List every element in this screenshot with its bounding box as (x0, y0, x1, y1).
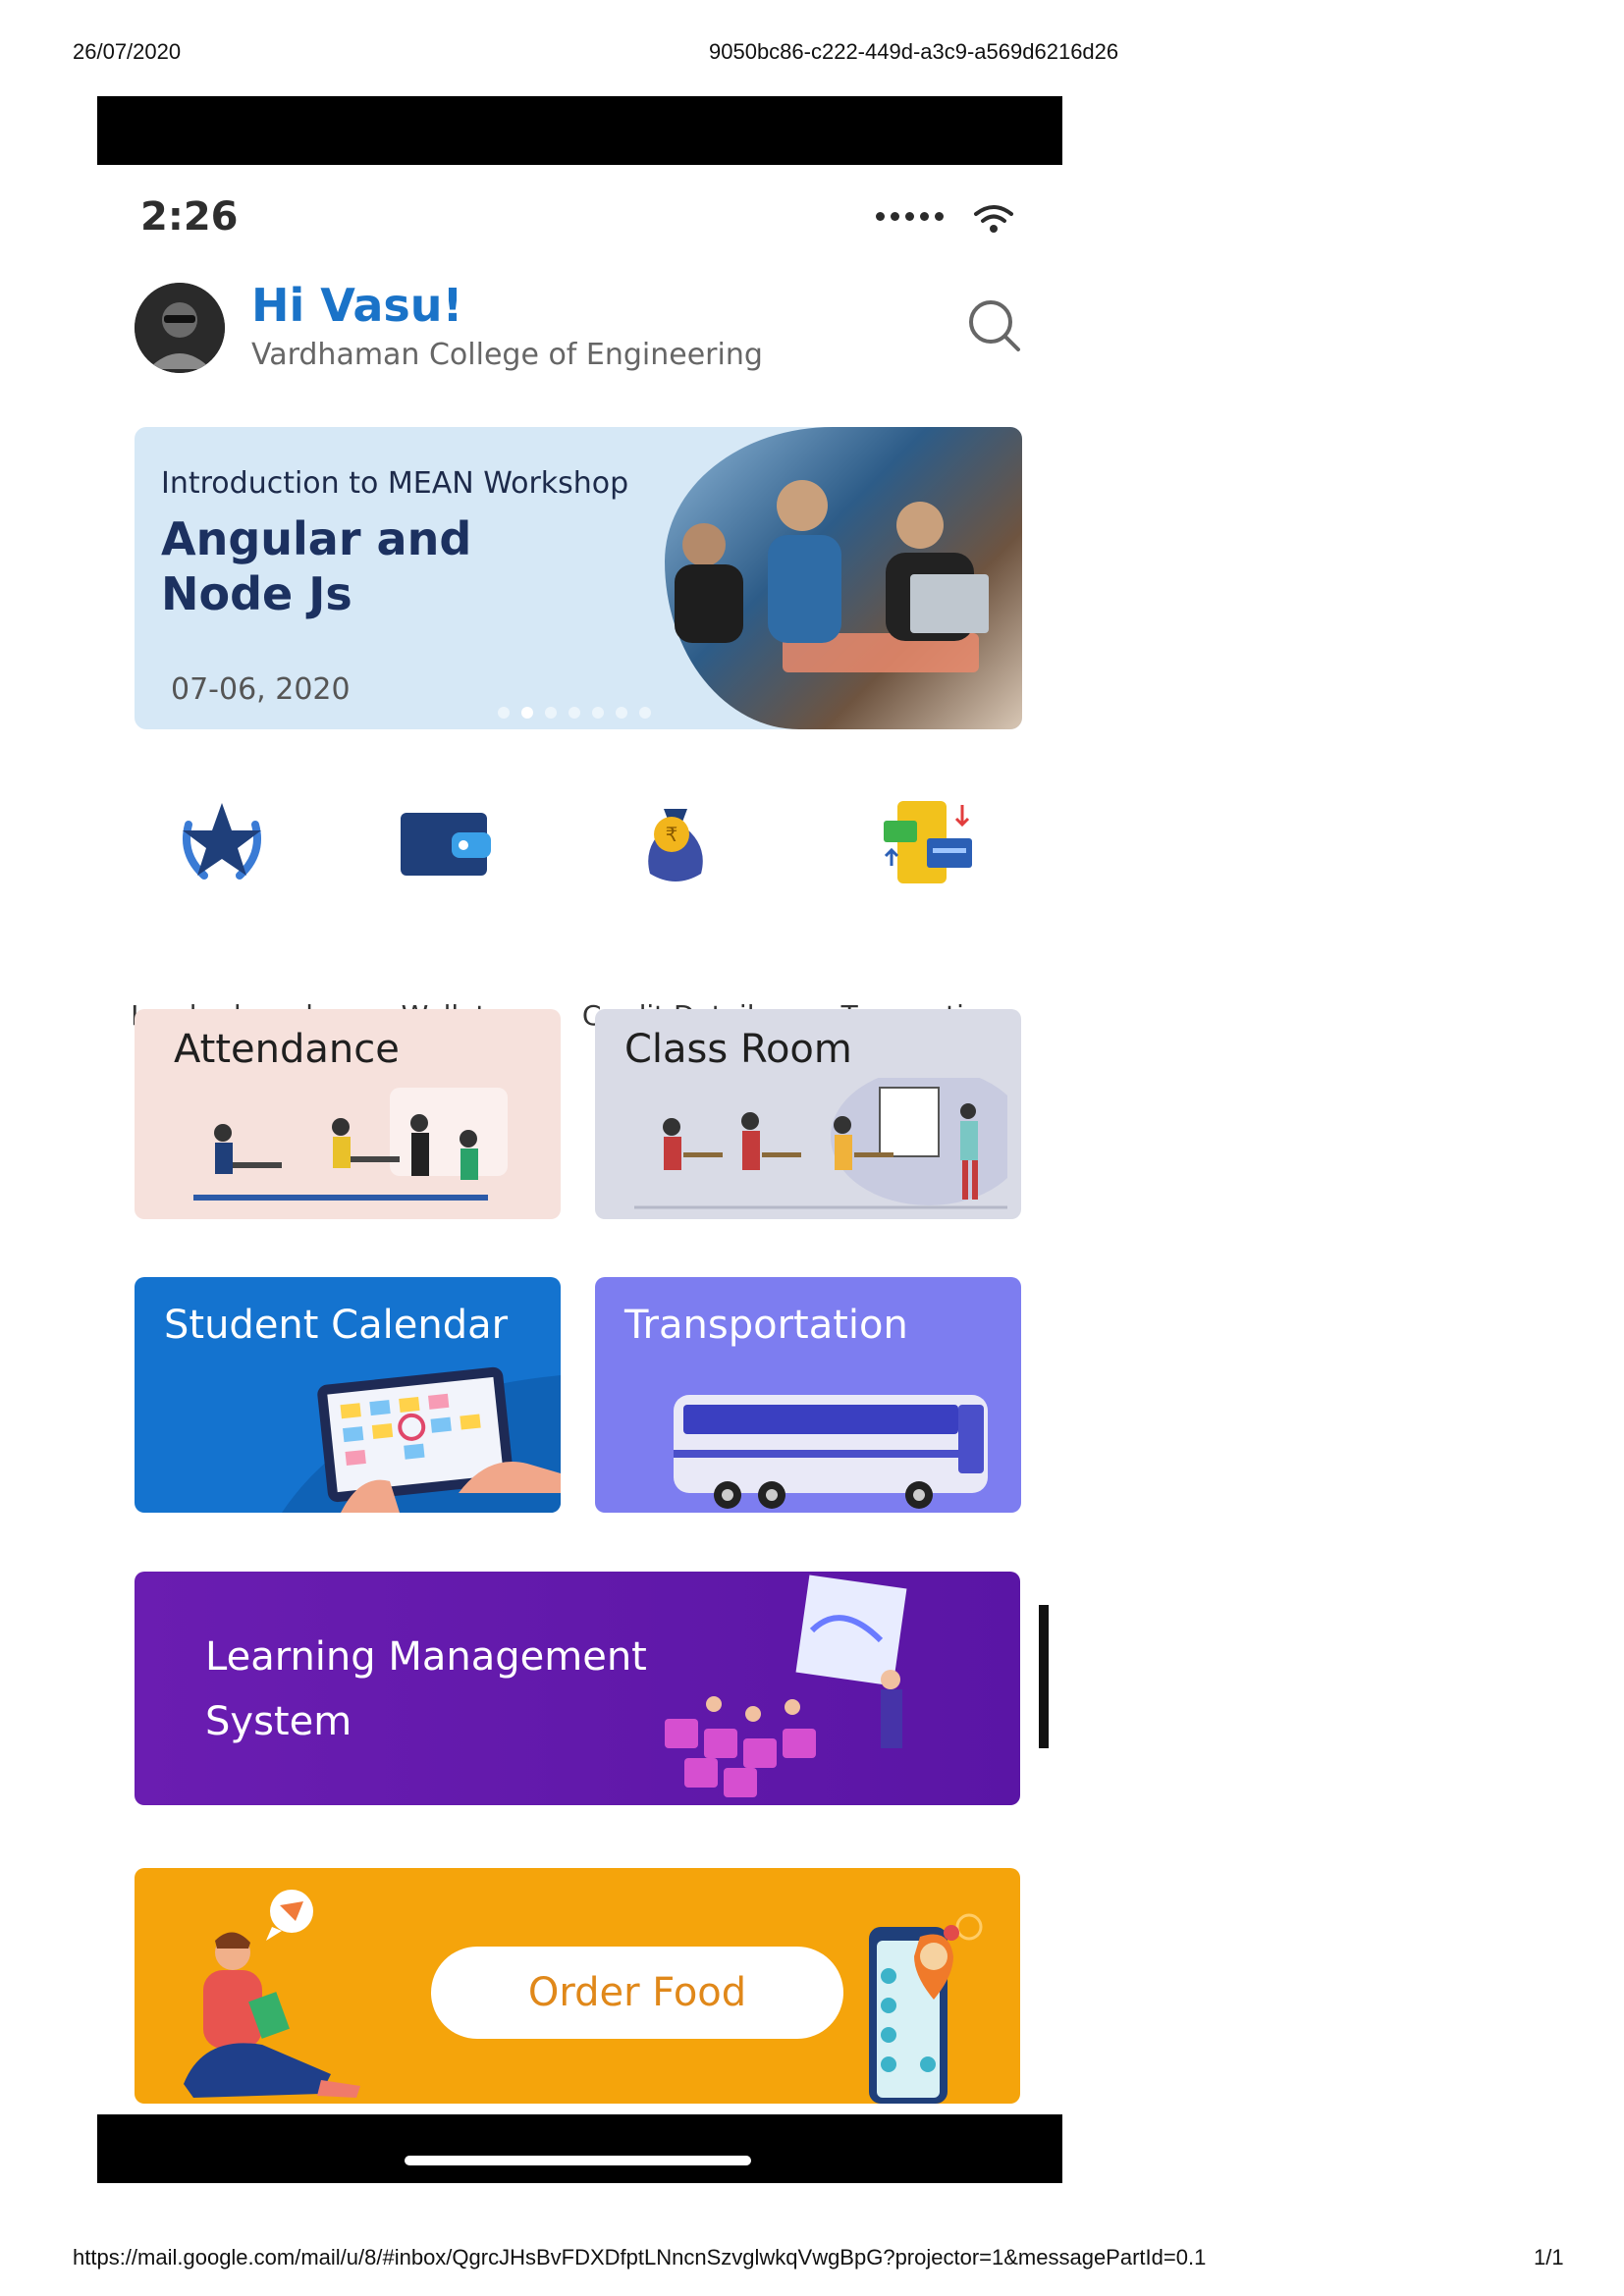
banner-subtitle: Introduction to MEAN Workshop (161, 466, 629, 501)
banner-photo (665, 427, 1022, 729)
pager-dot-active[interactable] (521, 707, 533, 719)
banner-date: 07-06, 2020 (171, 672, 351, 707)
classroom-title: Class Room (624, 1027, 852, 1072)
attendance-card[interactable]: Attendance (135, 1009, 561, 1219)
signal-dots-icon (876, 212, 944, 221)
attendance-illustration (193, 1088, 508, 1201)
search-icon[interactable] (965, 296, 1024, 359)
phone-screen: 2:26 Hi Vasu! Vardhaman College of Engin… (97, 96, 1062, 2183)
pager-dot[interactable] (616, 707, 627, 719)
calendar-illustration (282, 1366, 561, 1513)
money-bag-icon: ₹ (628, 795, 723, 893)
classroom-card[interactable]: Class Room (595, 1009, 1021, 1219)
pager-dot[interactable] (639, 707, 651, 719)
top-black-bar (97, 96, 1062, 165)
banner-title-line1: Angular and (161, 512, 472, 565)
pager-dot[interactable] (568, 707, 580, 719)
banner-pager[interactable] (498, 704, 663, 722)
reading-person-illustration (184, 1890, 360, 2098)
bottom-black-bar (97, 2114, 1062, 2183)
star-laurel-icon (175, 795, 269, 887)
lms-illustration (665, 1575, 907, 1797)
workshop-banner[interactable]: Introduction to MEAN Workshop Angular an… (135, 427, 1022, 729)
transactions-icon (880, 795, 978, 893)
wifi-icon (972, 202, 1015, 240)
greeting: Hi Vasu! (251, 279, 463, 332)
lms-title-line2: System (205, 1699, 352, 1744)
wallet-icon (397, 803, 491, 885)
pager-dot[interactable] (545, 707, 557, 719)
pager-dot[interactable] (498, 707, 510, 719)
college-name: Vardhaman College of Engineering (251, 338, 763, 372)
home-indicator[interactable] (405, 2156, 751, 2165)
attendance-title: Attendance (174, 1027, 400, 1072)
student-calendar-card[interactable]: Student Calendar (135, 1277, 561, 1513)
avatar[interactable] (135, 283, 225, 373)
pager-dot[interactable] (592, 707, 604, 719)
profile-photo (135, 283, 225, 373)
print-doc-id: 9050bc86-c222-449d-a3c9-a569d6216d26 (709, 39, 1119, 64)
lms-card[interactable]: Learning Management System (135, 1572, 1020, 1805)
print-date: 26/07/2020 (73, 39, 182, 64)
svg-text:₹: ₹ (666, 823, 678, 846)
banner-title-line2: Node Js (161, 567, 352, 620)
transportation-title: Transportation (624, 1303, 908, 1348)
lms-title-line1: Learning Management (205, 1634, 647, 1680)
print-page: 1/1 (1534, 2245, 1564, 2269)
bus-illustration (674, 1395, 988, 1509)
print-url[interactable]: https://mail.google.com/mail/u/8/#inbox/… (73, 2245, 1206, 2270)
student-calendar-title: Student Calendar (164, 1303, 509, 1348)
order-food-card[interactable]: Order Food (135, 1868, 1020, 2104)
transportation-card[interactable]: Transportation (595, 1277, 1021, 1513)
order-food-button[interactable]: Order Food (431, 1947, 843, 2039)
classroom-illustration (634, 1078, 1007, 1209)
status-time: 2:26 (140, 194, 239, 240)
food-app-phone-illustration (869, 1913, 983, 2104)
scrollbar[interactable] (1039, 1605, 1049, 1748)
